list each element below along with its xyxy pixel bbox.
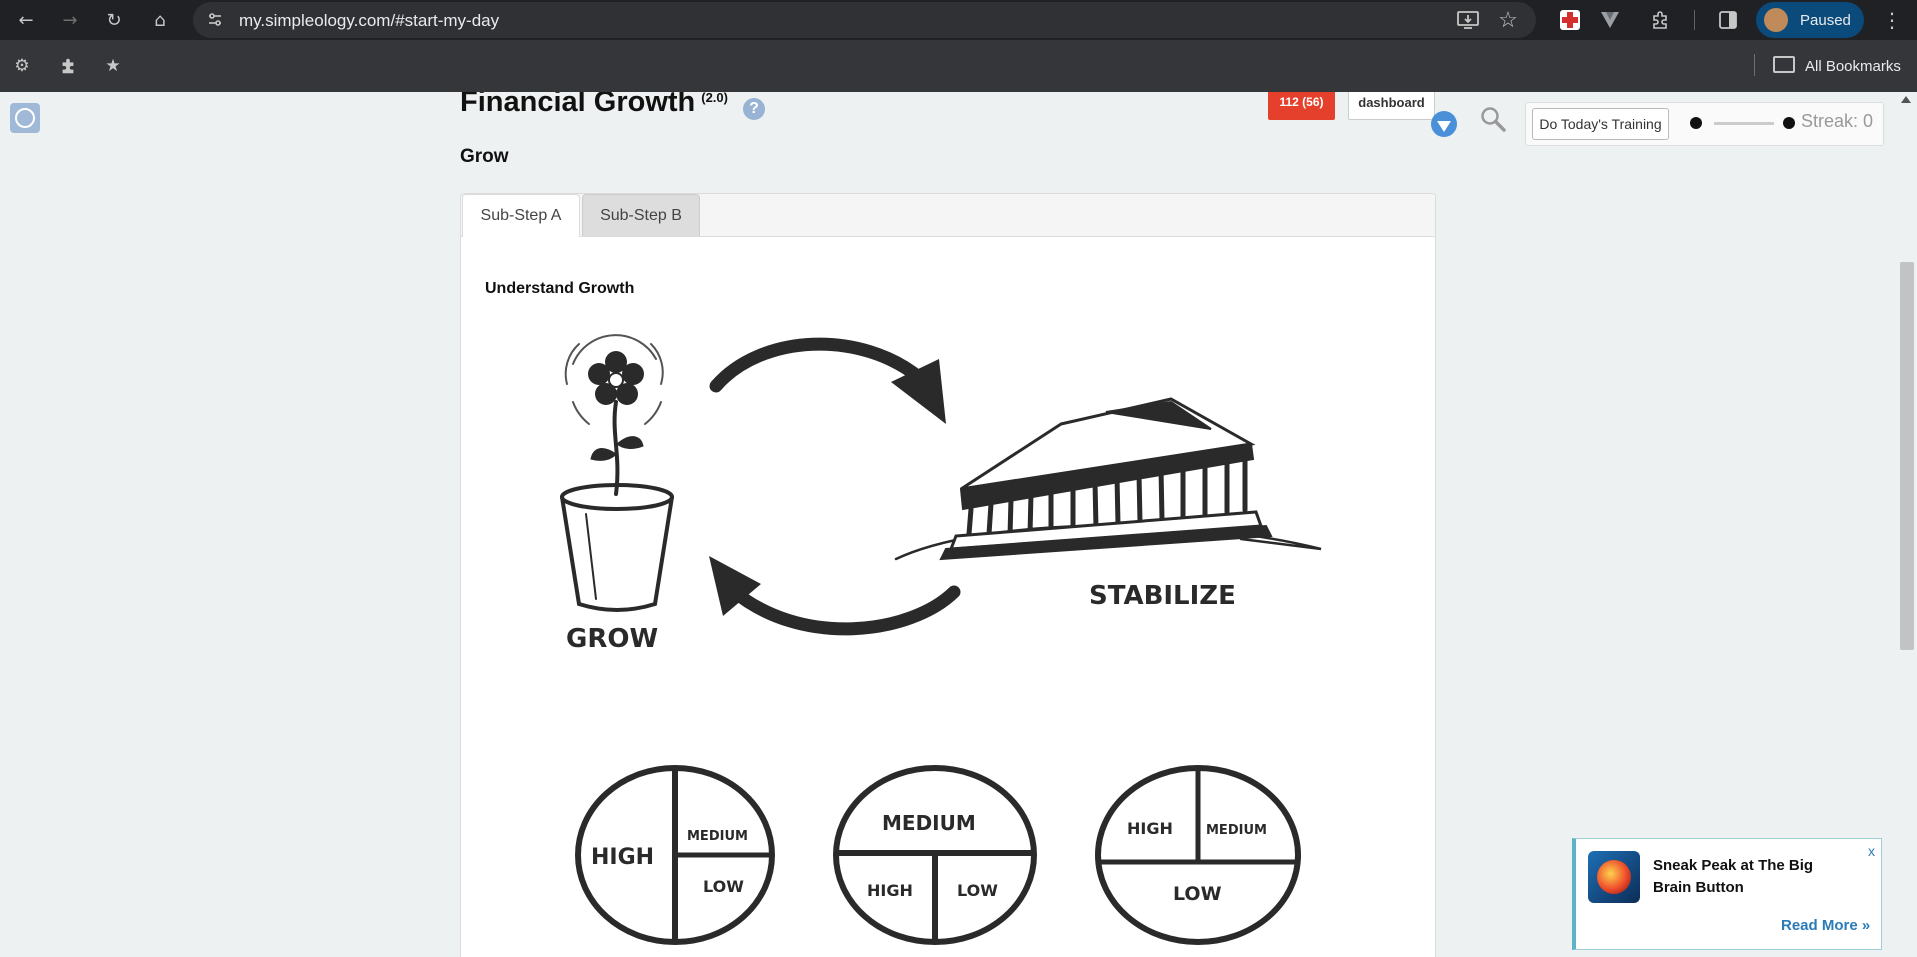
extensions-icon[interactable] bbox=[1648, 8, 1672, 32]
side-panel-icon[interactable] bbox=[1716, 8, 1740, 32]
flower-pot-drawing bbox=[560, 334, 674, 612]
version-label: (2.0) bbox=[701, 92, 728, 105]
scrollbar-thumb[interactable] bbox=[1900, 262, 1914, 650]
profile-label: Paused bbox=[1800, 12, 1851, 29]
streak-slider[interactable] bbox=[1714, 122, 1774, 125]
pie-1-label-a: HIGH bbox=[591, 845, 654, 870]
pie-3-label-b: MEDIUM bbox=[1206, 823, 1267, 838]
pie-2-label-a: MEDIUM bbox=[882, 811, 976, 835]
allocation-pie-1: HIGH MEDIUM LOW bbox=[575, 765, 775, 945]
bookmarks-bar: ⚙ ★ All Bookmarks bbox=[0, 40, 1917, 92]
extension-red-cross-icon[interactable] bbox=[1558, 8, 1582, 32]
site-info-icon[interactable] bbox=[207, 12, 223, 28]
dashboard-button[interactable]: dashboard bbox=[1348, 92, 1435, 120]
pie-2-label-b: HIGH bbox=[867, 881, 913, 900]
pie-2-label-c: LOW bbox=[957, 881, 998, 900]
streak-dot-start bbox=[1690, 117, 1702, 129]
star-icon[interactable]: ★ bbox=[103, 56, 123, 76]
tabs-row: Sub-Step A Sub-Step B bbox=[461, 194, 1435, 237]
cycle-arrows bbox=[709, 337, 961, 636]
allocation-pie-3: HIGH MEDIUM LOW bbox=[1095, 765, 1301, 945]
bank-building-drawing bbox=[894, 397, 1322, 561]
page-content: Financial Growth (2.0) ? Grow 112 (56) da… bbox=[0, 92, 1897, 957]
streak-label: Streak: 0 bbox=[1801, 111, 1874, 131]
bookmark-star-icon[interactable]: ☆ bbox=[1496, 7, 1520, 32]
content-panel: Sub-Step A Sub-Step B Understand Growth bbox=[460, 193, 1436, 957]
pie-3-label-c: LOW bbox=[1173, 883, 1222, 905]
folder-icon bbox=[1773, 56, 1795, 73]
growth-illustration: GROW STABILIZE HIGH MEDIUM LOW MEDIUM HI… bbox=[560, 334, 1322, 945]
all-bookmarks-button[interactable]: All Bookmarks bbox=[1773, 56, 1901, 75]
streak-dot-end bbox=[1783, 117, 1795, 129]
pie-1-label-c: LOW bbox=[703, 877, 744, 896]
training-box: Do Today's Training Streak: 0 bbox=[1525, 102, 1884, 146]
pie-1-label-b: MEDIUM bbox=[687, 829, 748, 844]
help-icon[interactable]: ? bbox=[743, 98, 765, 120]
extension-v-icon[interactable] bbox=[1598, 8, 1622, 32]
browser-toolbar: ← → ↻ ⌂ my.simpleology.com/#start-my-day… bbox=[0, 0, 1917, 40]
install-app-icon[interactable] bbox=[1456, 8, 1480, 32]
download-icon[interactable] bbox=[1428, 108, 1460, 138]
back-icon[interactable]: ← bbox=[12, 6, 40, 34]
read-more-link[interactable]: Read More » bbox=[1781, 917, 1870, 934]
search-icon[interactable] bbox=[1480, 106, 1506, 132]
profile-button[interactable]: Paused bbox=[1756, 2, 1864, 38]
url-text[interactable]: my.simpleology.com/#start-my-day bbox=[239, 11, 499, 31]
scroll-up-arrow-icon[interactable] bbox=[1901, 96, 1911, 103]
address-bar[interactable]: my.simpleology.com/#start-my-day bbox=[193, 2, 1536, 38]
close-icon[interactable]: x bbox=[1868, 843, 1875, 859]
notification-toast: Sneak Peak at The Big Brain Button Read … bbox=[1572, 838, 1882, 950]
avatar bbox=[1764, 8, 1788, 32]
points-badge[interactable]: 112 (56) bbox=[1268, 92, 1335, 120]
forward-icon[interactable]: → bbox=[56, 6, 84, 34]
bookmark-separator bbox=[1754, 54, 1755, 76]
toolbar-separator bbox=[1694, 10, 1695, 30]
page-title: Financial Growth (2.0) bbox=[460, 92, 728, 118]
do-training-button[interactable]: Do Today's Training bbox=[1532, 108, 1669, 140]
stabilize-label: STABILIZE bbox=[1089, 581, 1236, 611]
menu-kebab-icon[interactable]: ⋮ bbox=[1880, 8, 1904, 32]
section-heading: Understand Growth bbox=[485, 280, 635, 297]
tab-sub-step-a[interactable]: Sub-Step A bbox=[462, 194, 580, 237]
home-icon[interactable]: ⌂ bbox=[146, 6, 174, 34]
tab-sub-step-b[interactable]: Sub-Step B bbox=[582, 194, 700, 236]
puzzle-icon[interactable] bbox=[58, 56, 78, 76]
grow-label: GROW bbox=[566, 624, 658, 654]
allocation-pie-2: MEDIUM HIGH LOW bbox=[833, 765, 1037, 945]
gear-icon[interactable]: ⚙ bbox=[12, 56, 32, 76]
reload-icon[interactable]: ↻ bbox=[100, 6, 128, 34]
all-bookmarks-label: All Bookmarks bbox=[1805, 58, 1901, 75]
big-brain-icon bbox=[1588, 851, 1640, 903]
page-subtitle: Grow bbox=[460, 146, 509, 167]
simpleology-logo[interactable] bbox=[10, 103, 40, 133]
pie-3-label-a: HIGH bbox=[1127, 819, 1173, 838]
toast-title: Sneak Peak at The Big Brain Button bbox=[1653, 857, 1814, 896]
